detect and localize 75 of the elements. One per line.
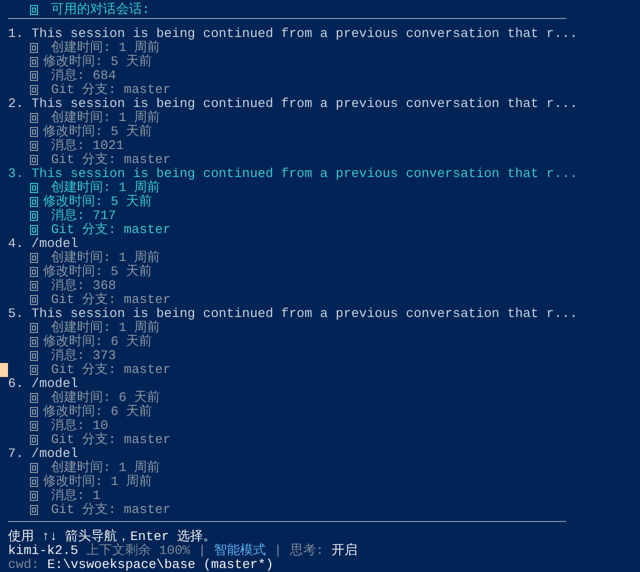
- context-remaining: 上下文剩余 100%: [86, 544, 190, 558]
- session-detail: 创建时间: 6 天前: [51, 391, 160, 405]
- separator-text: |: [274, 544, 282, 558]
- box-icon: [30, 183, 38, 193]
- box-icon: [30, 435, 38, 445]
- session-detail: 创建时间: 1 周前: [51, 41, 160, 55]
- box-icon: [30, 295, 38, 305]
- session-detail: 创建时间: 1 周前: [51, 181, 160, 195]
- box-icon: [30, 57, 38, 67]
- session-detail: 创建时间: 1 周前: [51, 251, 160, 265]
- box-icon: [30, 225, 38, 235]
- session-detail: 修改时间: 6 天前: [43, 335, 152, 349]
- session-detail: Git 分支: master: [51, 363, 171, 377]
- session-detail: 创建时间: 1 周前: [51, 321, 160, 335]
- session-detail: 消息: 10: [51, 419, 108, 433]
- box-icon: [30, 113, 38, 123]
- box-icon: [30, 491, 38, 501]
- session-detail: 消息: 684: [51, 69, 116, 83]
- cwd-label: cwd:: [8, 558, 40, 572]
- session-detail: 修改时间: 5 天前: [43, 265, 152, 279]
- session-item[interactable]: 6. /model: [8, 377, 640, 391]
- session-detail: 消息: 373: [51, 349, 116, 363]
- session-detail: 消息: 717: [51, 209, 116, 223]
- session-detail: Git 分支: master: [51, 83, 171, 97]
- list-title: 可用的对话会话:: [51, 1, 150, 18]
- separator-text: |: [198, 544, 206, 558]
- box-icon: [30, 505, 38, 515]
- session-detail: Git 分支: master: [51, 153, 171, 167]
- session-detail: Git 分支: master: [51, 223, 171, 237]
- session-detail: 修改时间: 6 天前: [43, 405, 152, 419]
- help-text: 使用 ↑↓ 箭头导航，Enter 选择。: [8, 530, 216, 544]
- session-item[interactable]: 4. /model: [8, 237, 640, 251]
- session-detail: Git 分支: master: [51, 503, 171, 517]
- box-icon: [30, 197, 38, 207]
- box-icon: [30, 407, 38, 417]
- session-item[interactable]: 3. This session is being continued from a previous conversation that r...: [8, 167, 640, 181]
- box-icon: [30, 365, 38, 375]
- session-detail: 修改时间: 5 天前: [43, 55, 152, 69]
- session-item[interactable]: 5. This session is being continued from a previous conversation that r...: [8, 307, 640, 321]
- cwd-path: E:\vswoekspace\base (master*): [47, 558, 274, 572]
- session-detail: 消息: 1021: [51, 139, 124, 153]
- thinking-value: 开启: [332, 544, 358, 558]
- box-icon: [30, 323, 38, 333]
- session-item[interactable]: 7. /model: [8, 447, 640, 461]
- box-icon: [30, 267, 38, 277]
- session-detail: 修改时间: 5 天前: [43, 195, 152, 209]
- session-item[interactable]: 2. This session is being continued from a previous conversation that r...: [8, 97, 640, 111]
- session-detail: 创建时间: 1 周前: [51, 111, 160, 125]
- box-icon: [30, 141, 38, 151]
- box-icon: [30, 337, 38, 347]
- thinking-label: 思考:: [290, 544, 324, 558]
- session-item[interactable]: 1. This session is being continued from a previous conversation that r...: [8, 27, 640, 41]
- session-detail: 修改时间: 5 天前: [43, 125, 152, 139]
- box-icon: [30, 253, 38, 263]
- session-detail: Git 分支: master: [51, 293, 171, 307]
- box-icon: [30, 85, 38, 95]
- box-icon: [30, 71, 38, 81]
- mode-label: 智能模式: [214, 544, 266, 558]
- box-icon: [30, 155, 38, 165]
- model-name: kimi-k2.5: [8, 544, 78, 558]
- session-detail: 修改时间: 1 周前: [43, 475, 152, 489]
- session-detail: 创建时间: 1 周前: [51, 461, 160, 475]
- session-detail: 消息: 1: [51, 489, 100, 503]
- box-icon: [30, 211, 38, 221]
- box-icon: [30, 351, 38, 361]
- box-icon: [30, 4, 38, 14]
- box-icon: [30, 477, 38, 487]
- box-icon: [30, 393, 38, 403]
- box-icon: [30, 281, 38, 291]
- session-detail: 消息: 368: [51, 279, 116, 293]
- box-icon: [30, 127, 38, 137]
- box-icon: [30, 421, 38, 431]
- session-detail: Git 分支: master: [51, 433, 171, 447]
- box-icon: [30, 43, 38, 53]
- box-icon: [30, 463, 38, 473]
